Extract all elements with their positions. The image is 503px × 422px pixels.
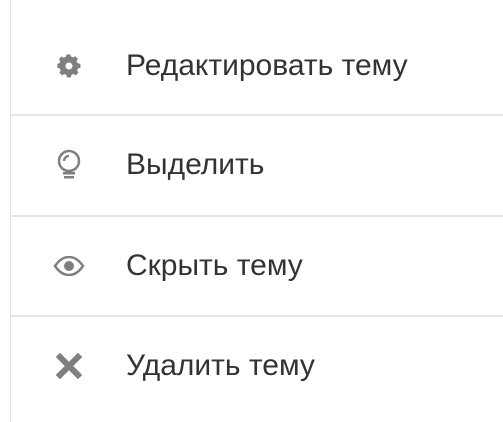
context-menu: Редактировать тему Выделить Скрыть тему xyxy=(10,0,503,422)
close-icon xyxy=(53,350,85,382)
menu-item-label: Удалить тему xyxy=(126,349,315,382)
menu-item-highlight[interactable]: Выделить xyxy=(11,115,503,215)
menu-item-hide-topic[interactable]: Скрыть тему xyxy=(11,216,503,316)
gear-icon xyxy=(53,50,85,82)
menu-item-label: Скрыть тему xyxy=(126,249,303,282)
menu-item-label: Редактировать тему xyxy=(126,49,408,82)
menu-item-label: Выделить xyxy=(126,148,265,181)
eye-icon xyxy=(53,250,85,282)
lightbulb-icon xyxy=(53,149,85,181)
menu-item-delete-topic[interactable]: Удалить тему xyxy=(11,316,503,416)
menu-item-edit-topic[interactable]: Редактировать тему xyxy=(11,16,503,116)
